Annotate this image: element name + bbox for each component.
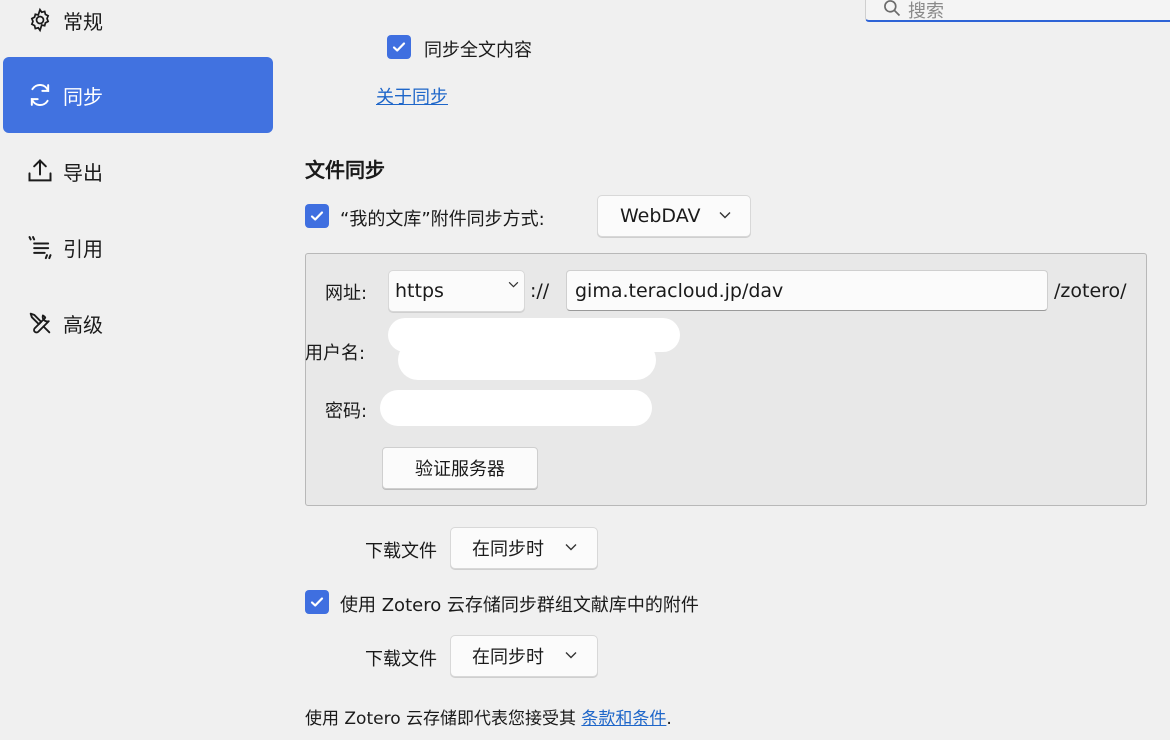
- sidebar-item-general[interactable]: 常规: [3, 0, 273, 58]
- chevron-down-icon: [565, 544, 577, 551]
- export-icon: [25, 156, 55, 186]
- search-input[interactable]: 搜索: [865, 0, 1170, 22]
- gear-icon: [25, 5, 55, 35]
- sync-icon: [25, 80, 55, 110]
- sidebar-item-sync[interactable]: 同步: [3, 57, 273, 133]
- group-download-files-dropdown[interactable]: 在同步时: [450, 635, 598, 677]
- download-files-dropdown[interactable]: 在同步时: [450, 527, 598, 569]
- sidebar-item-label: 引用: [63, 236, 103, 261]
- about-sync-link[interactable]: 关于同步: [376, 83, 448, 109]
- my-library-checkbox[interactable]: [305, 204, 329, 228]
- protocol-value: https: [395, 280, 444, 302]
- group-library-label: 使用 Zotero 云存储同步群组文献库中的附件: [340, 595, 699, 616]
- search-placeholder: 搜索: [908, 1, 944, 22]
- download-files-label: 下载文件: [365, 541, 437, 562]
- sync-method-value: WebDAV: [620, 205, 701, 227]
- sidebar-item-label: 同步: [63, 84, 103, 109]
- password-label: 密码:: [325, 401, 368, 422]
- url-field-value: gima.teracloud.jp/dav: [575, 280, 784, 302]
- section-title-file-sync: 文件同步: [305, 158, 385, 182]
- full-text-label: 同步全文内容: [424, 40, 532, 61]
- tools-icon: [25, 308, 55, 338]
- terms-link[interactable]: 条款和条件: [581, 709, 666, 729]
- terms-notice: 使用 Zotero 云存储即代表您接受其 条款和条件.: [305, 704, 672, 729]
- check-icon: [310, 211, 324, 221]
- sidebar-item-advanced[interactable]: 高级: [3, 285, 273, 361]
- username-label: 用户名:: [305, 343, 366, 364]
- protocol-separator: ://: [530, 280, 550, 302]
- search-icon: [882, 0, 902, 22]
- chevron-down-icon: [508, 281, 519, 288]
- protocol-dropdown[interactable]: https: [388, 270, 525, 312]
- sidebar-item-label: 高级: [63, 312, 103, 337]
- sidebar-item-label: 导出: [63, 160, 103, 185]
- chevron-down-icon: [565, 652, 577, 659]
- cite-icon: [25, 232, 55, 262]
- url-field[interactable]: gima.teracloud.jp/dav: [566, 270, 1048, 311]
- check-icon: [392, 42, 406, 52]
- group-library-checkbox[interactable]: [305, 590, 329, 614]
- check-icon: [310, 597, 324, 607]
- sidebar-item-label: 常规: [63, 9, 103, 34]
- username-field-redaction: [398, 340, 656, 380]
- terms-prefix: 使用 Zotero 云存储即代表您接受其: [305, 709, 582, 729]
- download-files-value: 在同步时: [472, 539, 544, 560]
- sync-method-dropdown[interactable]: WebDAV: [597, 195, 751, 237]
- download-files-value: 在同步时: [472, 647, 544, 668]
- url-label: 网址:: [325, 283, 368, 304]
- download-files-label: 下载文件: [365, 649, 437, 670]
- verify-server-label: 验证服务器: [415, 459, 505, 480]
- verify-server-button[interactable]: 验证服务器: [382, 447, 538, 489]
- sidebar: 常规 同步 导出 引用 高级: [0, 0, 280, 740]
- terms-suffix: .: [666, 709, 672, 729]
- password-field[interactable]: [380, 390, 652, 426]
- my-library-label: “我的文库”附件同步方式:: [340, 209, 545, 230]
- sidebar-item-cite[interactable]: 引用: [3, 209, 273, 285]
- url-suffix: /zotero/: [1054, 280, 1127, 302]
- chevron-down-icon: [719, 212, 731, 219]
- full-text-checkbox[interactable]: [387, 35, 411, 59]
- sidebar-item-export[interactable]: 导出: [3, 133, 273, 209]
